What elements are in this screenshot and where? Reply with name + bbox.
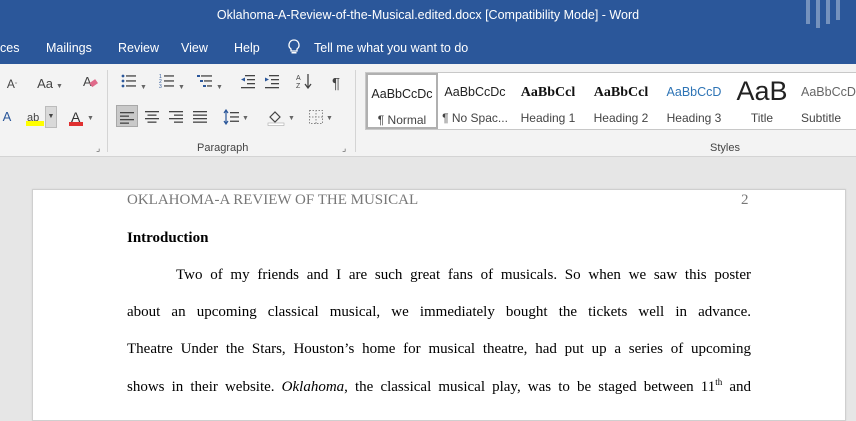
borders-button[interactable]: ▼ <box>304 105 338 127</box>
body-text-line: Two of my friends and I are such great f… <box>176 267 751 283</box>
document-area: OKLAHOMA-A REVIEW OF THE MUSICAL 2 Intro… <box>0 157 856 421</box>
bullets-button[interactable]: ▼ <box>118 73 150 95</box>
style-no-spacing[interactable]: AaBbCcDc ¶ No Spac... <box>439 73 511 129</box>
style-preview: AaBbCcDc <box>444 85 506 99</box>
bullets-icon <box>121 74 137 88</box>
style-preview: AaBbCcD <box>801 85 856 99</box>
page-number: 2 <box>741 192 749 208</box>
tab-help[interactable]: Help <box>234 41 260 55</box>
justify-icon[interactable] <box>190 105 210 127</box>
group-separator <box>355 70 356 152</box>
style-name: Heading 3 <box>666 111 722 125</box>
multilevel-list-icon <box>197 75 213 87</box>
ribbon: Aˇ Aa▼ A A ab ▼ A ▼ ⌟ ▼ 123▼ ▼ AZ ¶ <box>0 64 856 157</box>
title-bar: Oklahoma-A-Review-of-the-Musical.edited.… <box>0 0 856 32</box>
style-preview: AaBbCcDc <box>371 87 433 101</box>
align-left-icon <box>120 111 134 124</box>
tab-mailings[interactable]: Mailings <box>46 41 92 55</box>
body-text-line: Theatre Under the Stars, Houston’s home … <box>127 341 751 357</box>
shrink-font-button[interactable]: Aˇ <box>0 73 24 95</box>
multilevel-list-button[interactable]: ▼ <box>194 73 226 95</box>
tell-me-search[interactable]: Tell me what you want to do <box>314 41 468 55</box>
line-spacing-button[interactable]: ▼ <box>220 105 252 127</box>
style-normal[interactable]: AaBbCcDc ¶ Normal <box>366 73 438 129</box>
sort-icon[interactable]: AZ <box>294 73 314 95</box>
change-case-button[interactable]: Aa ▼ <box>34 73 66 95</box>
increase-indent-icon[interactable] <box>262 73 282 95</box>
numbering-icon: 123 <box>159 74 175 90</box>
text-run: and <box>722 379 751 395</box>
document-page[interactable]: OKLAHOMA-A REVIEW OF THE MUSICAL 2 Intro… <box>32 189 846 421</box>
svg-text:3: 3 <box>159 84 162 89</box>
style-heading-1[interactable]: AaBbCcl Heading 1 <box>512 73 584 129</box>
style-subtitle[interactable]: AaBbCcD Subtitle <box>794 73 856 129</box>
svg-text:A: A <box>296 75 301 82</box>
style-heading-2[interactable]: AaBbCcl Heading 2 <box>585 73 657 129</box>
svg-text:Z: Z <box>296 83 301 89</box>
style-name: Subtitle <box>801 111 842 125</box>
numbering-button[interactable]: 1 2 3 ▼ <box>156 73 188 95</box>
styles-gallery: AaBbCcDc ¶ Normal AaBbCcDc ¶ No Spac... … <box>365 72 856 130</box>
body-text-line: about an upcoming classical musical, we … <box>127 304 751 320</box>
paragraph-dialog-launcher-icon[interactable]: ⌟ <box>342 143 346 154</box>
paint-bucket-icon <box>267 110 285 126</box>
align-right-icon[interactable] <box>166 105 186 127</box>
show-formatting-marks-icon[interactable]: ¶ <box>326 73 346 95</box>
style-name: ¶ No Spac... <box>442 111 508 125</box>
clear-formatting-icon[interactable]: A <box>80 73 100 95</box>
window-title: Oklahoma-A-Review-of-the-Musical.edited.… <box>216 8 640 22</box>
page-header: OKLAHOMA-A REVIEW OF THE MUSICAL <box>127 192 419 208</box>
paragraph-group-label: Paragraph <box>197 142 249 154</box>
borders-icon <box>309 109 324 124</box>
align-center-icon[interactable] <box>142 105 162 127</box>
section-heading: Introduction <box>127 230 209 246</box>
align-left-button[interactable] <box>116 105 138 127</box>
decrease-indent-icon[interactable] <box>238 73 258 95</box>
style-title[interactable]: AaB Title <box>731 73 793 129</box>
shading-button[interactable]: ▼ <box>264 105 298 127</box>
text-run: shows in their website. <box>127 379 282 395</box>
style-heading-3[interactable]: AaBbCcD Heading 3 <box>658 73 730 129</box>
font-color-button[interactable]: A ▼ <box>64 105 98 127</box>
styles-group-label: Styles <box>710 142 740 154</box>
style-preview: AaB <box>736 76 788 106</box>
text-effects-icon[interactable]: A <box>0 106 14 128</box>
tab-view[interactable]: View <box>181 41 208 55</box>
style-name: Title <box>750 111 774 125</box>
body-text-line: shows in their website. Oklahoma, the cl… <box>127 377 751 396</box>
highlight-color-button[interactable]: ab ▼ <box>20 105 62 128</box>
italic-title: Oklahoma <box>281 379 345 395</box>
ribbon-tabs: ces Mailings Review View Help Tell me wh… <box>0 32 856 64</box>
style-name: Heading 2 <box>593 111 649 125</box>
style-name: ¶ Normal <box>377 113 427 127</box>
lightbulb-icon[interactable] <box>287 39 301 58</box>
style-name: Heading 1 <box>520 111 576 125</box>
highlighter-icon: ab <box>25 107 45 127</box>
word-logo-watermark <box>806 0 840 28</box>
style-preview: AaBbCcl <box>593 85 649 100</box>
style-preview: AaBbCcD <box>666 85 722 99</box>
font-dialog-launcher-icon[interactable]: ⌟ <box>96 143 100 154</box>
font-color-icon: A <box>68 107 84 127</box>
group-separator <box>107 70 108 152</box>
change-case-label: Aa <box>37 76 53 91</box>
svg-text:A: A <box>83 74 92 89</box>
text-run: , the classical musical play, was to be … <box>344 379 716 395</box>
tab-review[interactable]: Review <box>118 41 159 55</box>
line-spacing-icon <box>223 108 240 125</box>
style-preview: AaBbCcl <box>520 85 576 100</box>
tab-references[interactable]: ces <box>0 41 19 55</box>
